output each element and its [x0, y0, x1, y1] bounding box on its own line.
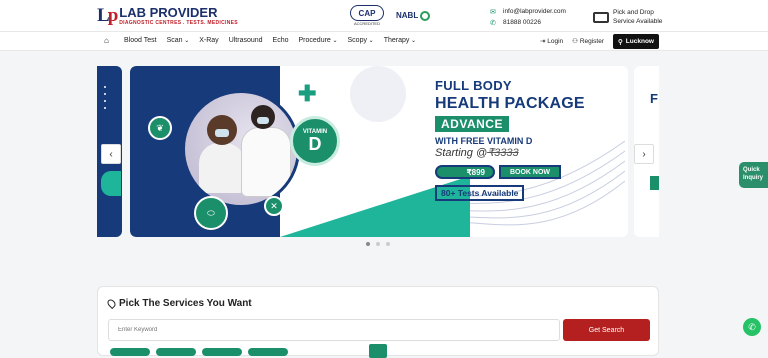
- register-icon: ⚇: [572, 38, 578, 45]
- keyword-search-input[interactable]: [108, 319, 560, 341]
- carousel-dots: [366, 242, 390, 246]
- nav-item-scopy[interactable]: Scopy: [348, 37, 374, 44]
- service-category-pills: [110, 348, 288, 356]
- leaf-icon: ❦: [148, 116, 172, 140]
- nav-item-blood-test[interactable]: Blood Test: [124, 37, 157, 44]
- banner-copy: FULL BODY HEALTH PACKAGE ADVANCE WITH FR…: [435, 78, 625, 201]
- cap-badge: CAP ACCREDITED: [350, 5, 384, 26]
- contact-email[interactable]: info@labprovider.com: [503, 8, 566, 15]
- banner-line-4: WITH FREE VITAMIN D: [435, 136, 533, 146]
- register-link[interactable]: ⚇ Register: [572, 37, 604, 45]
- contact-info: ✉ info@labprovider.com ✆ 81888 00226: [490, 6, 566, 28]
- service-pill[interactable]: [202, 348, 242, 356]
- book-now-button[interactable]: BOOK NOW: [499, 165, 561, 179]
- banner-line-1: FULL BODY: [435, 78, 512, 93]
- service-search-title: Pick The Services You Want: [105, 297, 252, 310]
- banner-starting-price: Starting @₹3333: [435, 147, 519, 159]
- carousel-dot[interactable]: [376, 242, 380, 246]
- nabl-badge: NABL: [396, 10, 431, 21]
- brand-tagline: DIAGNOSTIC CENTRES . TESTS. MEDICINES: [119, 20, 238, 26]
- email-icon: ✉: [490, 8, 496, 16]
- nav-item-x-ray[interactable]: X-Ray: [199, 37, 218, 44]
- get-search-button[interactable]: Get Search: [563, 319, 650, 341]
- vitamin-d-badge: VITAMIN D: [290, 116, 340, 166]
- nav-item-procedure[interactable]: Procedure: [299, 37, 338, 44]
- logo-mark: Lp: [97, 5, 118, 26]
- location-pin-icon: [105, 297, 118, 310]
- nav-item-scan[interactable]: Scan: [167, 37, 190, 44]
- service-pill[interactable]: [110, 348, 150, 356]
- doctor-patient-photo: [182, 90, 300, 208]
- login-link[interactable]: ⇥ Login: [540, 37, 563, 45]
- pick-drop-service: Pick and Drop Service Available: [593, 8, 662, 26]
- van-icon: [593, 11, 609, 23]
- brand-name: LAB PROVIDER: [119, 5, 218, 20]
- top-bar: Lp LAB PROVIDER DIAGNOSTIC CENTRES . TES…: [0, 0, 768, 31]
- location-pin-icon: ⚲: [618, 38, 623, 46]
- nav-item-echo[interactable]: Echo: [273, 37, 289, 44]
- banner-slide[interactable]: ❦ ⬭ ✕ ✚ VITAMIN D FULL BODY HEALTH PACKA…: [130, 66, 628, 237]
- accreditations: CAP ACCREDITED NABL: [350, 5, 431, 26]
- carousel-prev-button[interactable]: ‹: [101, 144, 121, 164]
- banner-line-2: HEALTH PACKAGE: [435, 95, 585, 112]
- tests-available-badge: 80+ Tests Available: [435, 185, 525, 201]
- service-pill[interactable]: [156, 348, 196, 356]
- banner-carousel[interactable]: ❦ ⬭ ✕ ✚ VITAMIN D FULL BODY HEALTH PACKA…: [97, 66, 659, 238]
- nav-item-therapy[interactable]: Therapy: [384, 37, 416, 44]
- carousel-next-button[interactable]: ›: [634, 144, 654, 164]
- offer-price: ₹899: [435, 165, 495, 179]
- old-price: ₹3333: [487, 147, 519, 159]
- city-selector-button[interactable]: ⚲ Lucknow: [613, 34, 659, 49]
- brand-logo[interactable]: Lp LAB PROVIDER DIAGNOSTIC CENTRES . TES…: [97, 5, 238, 27]
- carousel-dot[interactable]: [366, 242, 370, 246]
- carousel-dot[interactable]: [386, 242, 390, 246]
- home-icon[interactable]: ⌂: [104, 36, 109, 45]
- banner-line-3: ADVANCE: [435, 116, 509, 132]
- login-icon: ⇥: [540, 38, 546, 45]
- service-search-panel: Pick The Services You Want Get Search: [97, 286, 659, 358]
- nabl-seal-icon: [420, 10, 431, 21]
- scroll-control[interactable]: [369, 344, 387, 358]
- contact-phone[interactable]: 81888 00226: [503, 19, 541, 26]
- whatsapp-icon[interactable]: ✆: [743, 318, 761, 336]
- pill-icon: ⬭: [194, 196, 228, 230]
- cross-icon: ✕: [264, 196, 284, 216]
- quick-inquiry-button[interactable]: Quick Inquiry: [739, 162, 768, 188]
- nav-item-ultrasound[interactable]: Ultrasound: [229, 37, 263, 44]
- main-nav: ⌂ Blood Test Scan X-Ray Ultrasound Echo …: [0, 31, 768, 51]
- phone-icon: ✆: [490, 19, 496, 27]
- service-pill[interactable]: [248, 348, 288, 356]
- plus-icon: ✚: [298, 81, 317, 106]
